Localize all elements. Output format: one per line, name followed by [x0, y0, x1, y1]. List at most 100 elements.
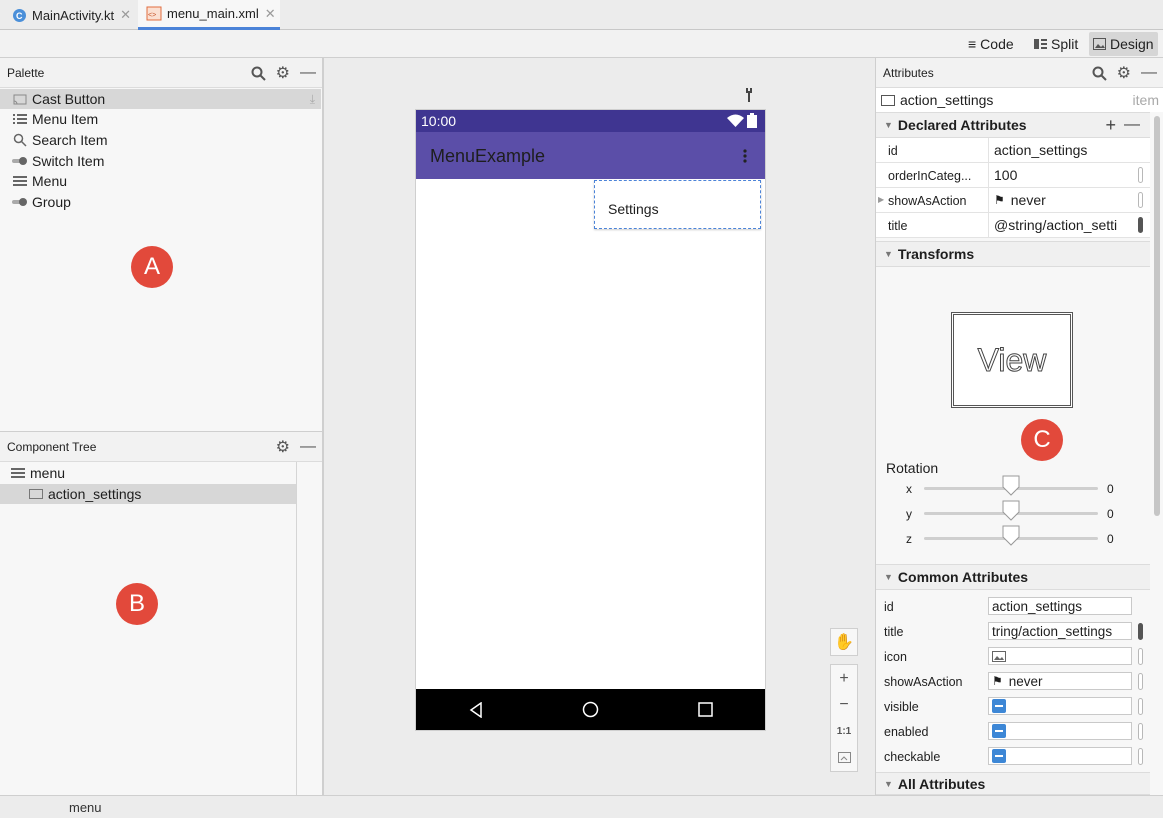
minimize-icon[interactable]: — — [300, 438, 316, 456]
split-mode-button[interactable]: Split — [1030, 32, 1082, 56]
search-icon[interactable] — [1092, 66, 1107, 81]
tree-item-menu[interactable]: menu — [0, 463, 65, 483]
overflow-menu-icon[interactable] — [743, 149, 747, 163]
search-icon[interactable] — [251, 66, 266, 81]
title-field[interactable]: tring/action_settings — [988, 622, 1132, 640]
zoom-in-button[interactable]: + — [830, 664, 858, 692]
attr-pill[interactable] — [1138, 217, 1143, 233]
minimize-icon[interactable]: — — [1141, 64, 1157, 82]
back-icon[interactable] — [469, 702, 483, 718]
remove-icon[interactable]: — — [1124, 116, 1140, 134]
attr-value[interactable]: @string/action_setti — [988, 213, 1128, 237]
attr-key: title — [884, 625, 904, 639]
declared-row-title[interactable]: title @string/action_setti — [876, 213, 1150, 238]
attr-pill[interactable] — [1138, 648, 1143, 665]
declared-row-id[interactable]: id action_settings — [876, 138, 1150, 163]
list-icon — [12, 113, 28, 125]
close-icon[interactable]: ✕ — [265, 6, 276, 22]
download-icon[interactable]: ⤓ — [310, 92, 315, 107]
common-row-visible[interactable]: visible — [876, 694, 1150, 719]
toggle-icon[interactable] — [992, 749, 1006, 763]
minimize-icon[interactable]: — — [300, 64, 316, 82]
code-mode-button[interactable]: ≡ Code — [964, 32, 1018, 56]
palette-item-group[interactable]: Group — [0, 192, 71, 212]
search-icon — [12, 133, 28, 147]
toggle-icon[interactable] — [992, 699, 1006, 713]
common-row-enabled[interactable]: enabled — [876, 719, 1150, 744]
tab-menu-main[interactable]: <> menu_main.xml ✕ — [138, 0, 280, 30]
rotation-x-value: 0 — [1107, 482, 1114, 496]
tree-item-action-settings[interactable]: action_settings — [0, 484, 296, 504]
add-icon[interactable]: + — [1105, 115, 1116, 136]
battery-icon — [747, 113, 757, 128]
attr-pill[interactable] — [1138, 748, 1143, 765]
home-icon[interactable] — [582, 701, 599, 718]
slider-thumb[interactable] — [1002, 500, 1020, 522]
toggle-icon[interactable] — [992, 724, 1006, 738]
palette-item-menu-item[interactable]: Menu Item — [0, 109, 98, 129]
id-field[interactable]: action_settings — [988, 597, 1132, 615]
rotation-z-label: z — [906, 532, 912, 546]
attributes-scrollbar[interactable] — [1154, 116, 1160, 516]
slider-thumb[interactable] — [1002, 525, 1020, 547]
declared-attributes-section[interactable]: ▼ Declared Attributes + — — [876, 112, 1150, 138]
section-title: All Attributes — [897, 775, 986, 792]
palette-item-cast-button[interactable]: Cast Button ⤓ — [0, 89, 321, 109]
rotation-x-slider[interactable] — [924, 475, 1098, 496]
attr-pill[interactable] — [1138, 673, 1143, 690]
attr-pill[interactable] — [1138, 698, 1143, 715]
common-row-showasaction[interactable]: showAsAction ⚑ never — [876, 669, 1150, 694]
gear-icon[interactable]: ⚙ — [276, 437, 290, 457]
icon-field[interactable] — [988, 647, 1132, 665]
zoom-actual-size-button[interactable]: 1:1 — [830, 718, 858, 744]
attr-pill[interactable] — [1138, 167, 1143, 183]
svg-text:C: C — [16, 11, 23, 21]
palette-item-menu[interactable]: Menu — [0, 171, 67, 191]
attr-value[interactable]: ⚑ never — [988, 188, 1138, 212]
attr-key: checkable — [884, 750, 941, 764]
common-row-checkable[interactable]: checkable — [876, 744, 1150, 769]
common-row-title[interactable]: title tring/action_settings — [876, 619, 1150, 644]
item-icon — [28, 489, 44, 499]
attr-value[interactable]: action_settings — [988, 138, 1138, 162]
rotation-y-value: 0 — [1107, 507, 1114, 521]
zoom-fit-button[interactable] — [830, 744, 858, 772]
wrench-icon[interactable] — [744, 87, 758, 103]
gear-icon[interactable]: ⚙ — [1117, 63, 1131, 83]
slider-thumb[interactable] — [1002, 475, 1020, 497]
device-preview[interactable]: 10:00 MenuExample Settings — [415, 109, 766, 731]
attr-pill[interactable] — [1138, 192, 1143, 208]
zoom-out-button[interactable]: − — [830, 692, 858, 718]
design-mode-button[interactable]: Design — [1089, 32, 1158, 56]
common-row-icon[interactable]: icon — [876, 644, 1150, 669]
close-icon[interactable]: ✕ — [120, 7, 131, 23]
palette-item-search-item[interactable]: Search Item — [0, 130, 107, 150]
gear-icon[interactable]: ⚙ — [276, 63, 290, 83]
collapse-icon: ▼ — [884, 120, 893, 130]
palette-item-switch-item[interactable]: Switch Item — [0, 151, 104, 171]
settings-menu-item[interactable]: Settings — [608, 201, 659, 217]
expand-icon[interactable]: ▶ — [878, 195, 884, 204]
split-icon — [1034, 39, 1047, 49]
visible-field[interactable] — [988, 697, 1132, 715]
showasaction-field[interactable]: ⚑ never — [988, 672, 1132, 690]
rotation-z-value: 0 — [1107, 532, 1114, 546]
tab-mainactivity[interactable]: C MainActivity.kt ✕ — [12, 0, 131, 30]
common-row-id[interactable]: id action_settings — [876, 594, 1150, 619]
recents-icon[interactable] — [698, 702, 713, 717]
common-attributes-section[interactable]: ▼ Common Attributes — [876, 564, 1150, 590]
overflow-menu-popup[interactable]: Settings — [594, 180, 761, 229]
pan-button[interactable]: ✋ — [830, 628, 858, 656]
all-attributes-section[interactable]: ▼ All Attributes — [876, 772, 1150, 795]
attr-pill[interactable] — [1138, 723, 1143, 740]
enabled-field[interactable] — [988, 722, 1132, 740]
rotation-z-slider[interactable] — [924, 525, 1098, 546]
rotation-y-slider[interactable] — [924, 500, 1098, 521]
checkable-field[interactable] — [988, 747, 1132, 765]
declared-row-order[interactable]: orderInCateg... 100 — [876, 163, 1150, 188]
declared-row-showasaction[interactable]: ▶ showAsAction ⚑ never — [876, 188, 1150, 213]
status-breadcrumb[interactable]: menu — [69, 800, 102, 815]
transforms-section[interactable]: ▼ Transforms — [876, 241, 1150, 267]
attr-pill[interactable] — [1138, 623, 1143, 640]
attr-value[interactable]: 100 — [988, 163, 1138, 187]
